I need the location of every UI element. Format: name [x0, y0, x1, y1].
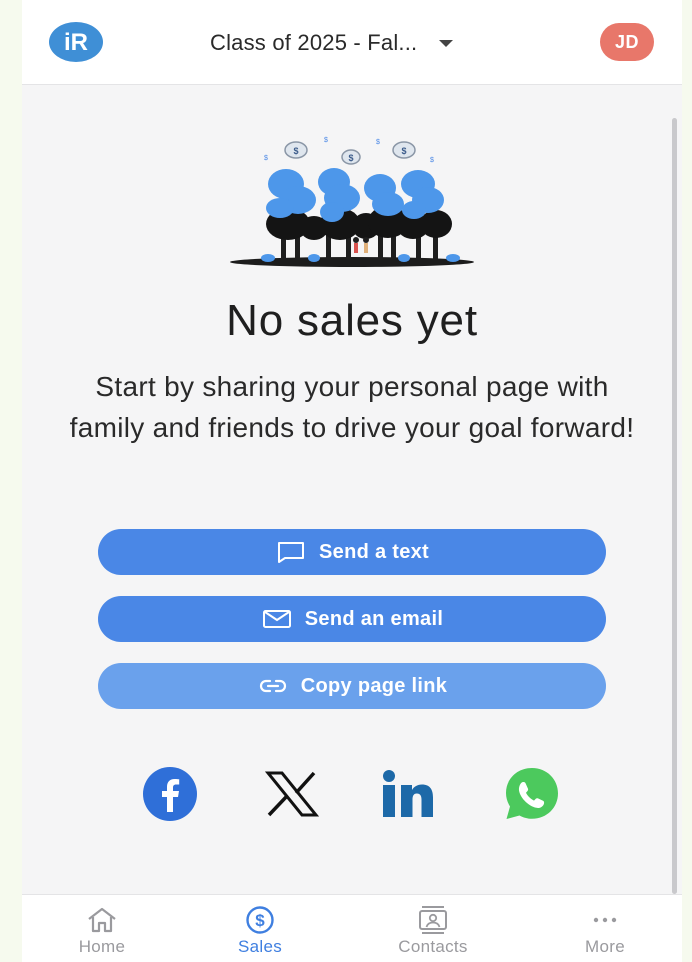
scrollbar-thumb[interactable] [672, 118, 677, 894]
nav-sales[interactable]: $ Sales [205, 905, 315, 961]
app-screen: iR Class of 2025 - Fal... JD $ $ $ $ $ $… [22, 0, 682, 962]
send-email-label: Send an email [304, 607, 444, 630]
nav-more-label: More [585, 937, 625, 956]
contacts-icon [416, 905, 450, 935]
svg-text:$: $ [324, 137, 328, 144]
empty-sales-illustration: $ $ $ $ $ $ $ [228, 132, 478, 268]
facebook-icon [143, 767, 197, 821]
svg-text:$: $ [293, 146, 298, 156]
nav-sales-label: Sales [237, 937, 283, 956]
svg-text:$: $ [264, 155, 268, 162]
svg-text:$: $ [348, 153, 353, 163]
caret-down-icon [439, 39, 454, 47]
whatsapp-icon [506, 768, 558, 819]
nav-contacts[interactable]: Contacts [378, 905, 488, 961]
x-share-button[interactable] [262, 766, 322, 822]
linkedin-share-button[interactable] [378, 766, 438, 822]
send-email-button[interactable]: Send an email [98, 596, 606, 642]
linkedin-icon [383, 770, 433, 817]
copy-link-button[interactable]: Copy page link [98, 663, 606, 709]
message-icon [275, 541, 307, 563]
send-text-label: Send a text [319, 540, 429, 563]
send-text-button[interactable]: Send a text [98, 529, 606, 575]
empty-state-message: Start by sharing your personal page with… [69, 371, 635, 443]
organization-name: Class of 2025 - Fal... [210, 30, 418, 55]
svg-text:$: $ [376, 139, 380, 146]
x-icon [265, 771, 319, 817]
home-icon [85, 905, 119, 935]
svg-text:$: $ [430, 157, 434, 164]
svg-text:$: $ [401, 146, 406, 156]
nav-more[interactable]: More [550, 905, 660, 961]
user-avatar[interactable]: JD [600, 23, 654, 61]
dollar-circle-icon: $ [243, 905, 277, 935]
nav-home[interactable]: Home [47, 905, 157, 961]
empty-state-title: No sales yet [226, 296, 478, 345]
nav-home-label: Home [78, 937, 126, 956]
link-icon [257, 675, 289, 697]
svg-text:iR: iR [64, 29, 88, 56]
copy-link-label: Copy page link [300, 674, 448, 697]
email-icon [261, 608, 293, 630]
facebook-share-button[interactable] [140, 766, 200, 822]
more-dots-icon [588, 905, 622, 935]
whatsapp-share-button[interactable] [502, 766, 562, 822]
svg-text:$: $ [255, 911, 265, 930]
organization-selector[interactable]: Class of 2025 - Fal... [210, 28, 454, 58]
top-app-bar: iR Class of 2025 - Fal... JD [22, 0, 682, 85]
bottom-navigation: Home $ Sales Contacts More [22, 894, 682, 962]
app-logo[interactable]: iR [49, 22, 103, 62]
money-trees-illustration: $ $ $ $ $ $ $ [230, 137, 474, 267]
scrollbar[interactable] [672, 118, 677, 894]
nav-contacts-label: Contacts [398, 937, 468, 956]
app-logo-icon: iR [49, 22, 103, 62]
